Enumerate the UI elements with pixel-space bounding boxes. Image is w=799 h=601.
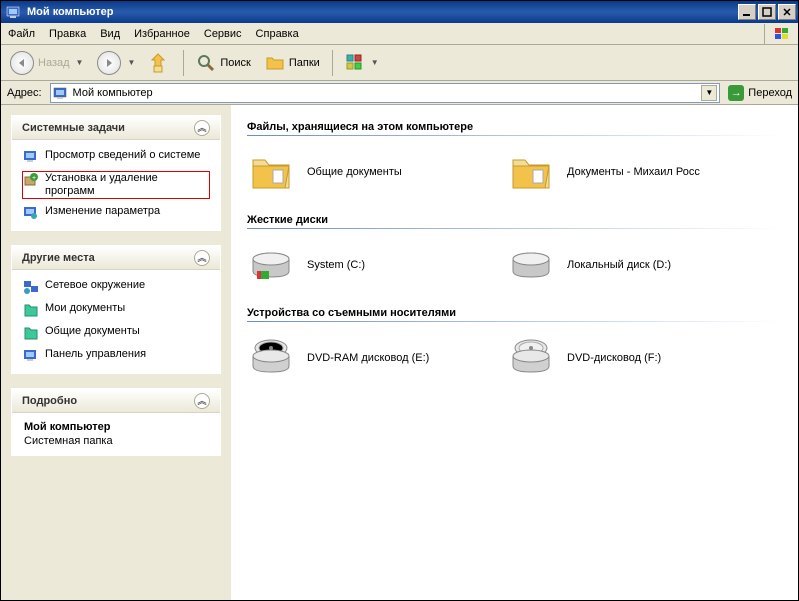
- item-dvd-ram[interactable]: DVD-RAM дисковод (E:): [247, 334, 487, 382]
- address-value: Мой компьютер: [73, 87, 153, 99]
- go-arrow-icon: →: [728, 85, 744, 101]
- folder-icon: [507, 148, 555, 196]
- panel-system-tasks: Системные задачи ︽ Просмотр сведений о с…: [11, 115, 221, 231]
- menu-file[interactable]: Файл: [1, 25, 42, 43]
- panel-other-places: Другие места ︽ Сетевое окружение Мои док…: [11, 245, 221, 374]
- up-button[interactable]: [144, 48, 176, 78]
- panel-header-details[interactable]: Подробно ︽: [12, 389, 220, 413]
- maximize-button[interactable]: [758, 4, 776, 20]
- link-shared-documents[interactable]: Общие документы: [22, 324, 210, 342]
- shared-folder-icon: [23, 325, 39, 341]
- toolbar: Назад ▼ ▼ Поиск Папки ▼: [1, 45, 798, 81]
- addressbar: Адрес: Мой компьютер ▼ → Переход: [1, 81, 798, 105]
- svg-text:+: +: [32, 175, 36, 182]
- views-icon: [345, 53, 365, 73]
- panel-header-other-places[interactable]: Другие места ︽: [12, 246, 220, 270]
- folder-icon: [265, 53, 285, 73]
- documents-icon: [23, 302, 39, 318]
- group-title-removable: Устройства со съемными носителями: [247, 307, 782, 319]
- dvd-drive-icon: [507, 334, 555, 382]
- panel-header-system-tasks[interactable]: Системные задачи ︽: [12, 116, 220, 140]
- link-network-places[interactable]: Сетевое окружение: [22, 278, 210, 296]
- minimize-button[interactable]: [738, 4, 756, 20]
- task-add-remove-programs[interactable]: + Установка и удаление программ: [22, 171, 210, 199]
- address-label: Адрес:: [3, 87, 46, 99]
- hard-drive-icon: [507, 241, 555, 289]
- back-button[interactable]: Назад ▼: [5, 48, 88, 78]
- chevron-down-icon: ▼: [127, 58, 135, 67]
- menu-edit[interactable]: Правка: [42, 25, 93, 43]
- task-change-setting[interactable]: Изменение параметра: [22, 204, 210, 222]
- item-drive-d[interactable]: Локальный диск (D:): [507, 241, 747, 289]
- folders-label: Папки: [289, 57, 320, 69]
- add-remove-icon: +: [23, 172, 39, 188]
- window-title: Мой компьютер: [25, 6, 738, 18]
- menu-tools[interactable]: Сервис: [197, 25, 249, 43]
- chevron-down-icon[interactable]: ▼: [701, 85, 717, 101]
- content-area: Файлы, хранящиеся на этом компьютере Общ…: [231, 105, 798, 600]
- chevron-up-icon: ︽: [194, 393, 210, 409]
- address-combo[interactable]: Мой компьютер ▼: [50, 83, 721, 103]
- task-system-info[interactable]: Просмотр сведений о системе: [22, 148, 210, 166]
- group-title-files: Файлы, хранящиеся на этом компьютере: [247, 121, 782, 133]
- panel-details: Подробно ︽ Мой компьютер Системная папка: [11, 388, 221, 456]
- titlebar: Мой компьютер: [1, 1, 798, 23]
- views-button[interactable]: ▼: [340, 48, 384, 78]
- back-label: Назад: [38, 57, 70, 69]
- search-button[interactable]: Поиск: [191, 48, 255, 78]
- chevron-up-icon: ︽: [194, 120, 210, 136]
- search-icon: [196, 53, 216, 73]
- control-panel-icon: [23, 205, 39, 221]
- group-title-drives: Жесткие диски: [247, 214, 782, 226]
- menu-favorites[interactable]: Избранное: [127, 25, 197, 43]
- system-info-icon: [23, 149, 39, 165]
- folders-button[interactable]: Папки: [260, 48, 325, 78]
- menu-view[interactable]: Вид: [93, 25, 127, 43]
- chevron-down-icon: ▼: [371, 58, 379, 67]
- item-dvd[interactable]: DVD-дисковод (F:): [507, 334, 747, 382]
- hard-drive-icon: [247, 241, 295, 289]
- search-label: Поиск: [220, 57, 250, 69]
- go-button[interactable]: → Переход: [724, 83, 796, 103]
- menubar: Файл Правка Вид Избранное Сервис Справка: [1, 23, 798, 45]
- go-label: Переход: [748, 87, 792, 99]
- link-my-documents[interactable]: Мои документы: [22, 301, 210, 319]
- item-shared-documents[interactable]: Общие документы: [247, 148, 487, 196]
- forward-button[interactable]: ▼: [92, 48, 140, 78]
- item-drive-c[interactable]: System (C:): [247, 241, 487, 289]
- menu-help[interactable]: Справка: [249, 25, 306, 43]
- link-control-panel[interactable]: Панель управления: [22, 347, 210, 365]
- dvd-drive-icon: [247, 334, 295, 382]
- chevron-down-icon: ▼: [76, 58, 84, 67]
- network-icon: [23, 279, 39, 295]
- details-name: Мой компьютер: [24, 421, 208, 433]
- windows-flag-icon: [764, 24, 798, 44]
- details-type: Системная папка: [24, 435, 208, 447]
- item-user-documents[interactable]: Документы - Михаил Росс: [507, 148, 747, 196]
- folder-icon: [247, 148, 295, 196]
- computer-icon: [53, 85, 69, 101]
- computer-icon: [6, 4, 22, 20]
- sidebar: Системные задачи ︽ Просмотр сведений о с…: [1, 105, 231, 600]
- control-panel-icon: [23, 348, 39, 364]
- chevron-up-icon: ︽: [194, 250, 210, 266]
- close-button[interactable]: [778, 4, 796, 20]
